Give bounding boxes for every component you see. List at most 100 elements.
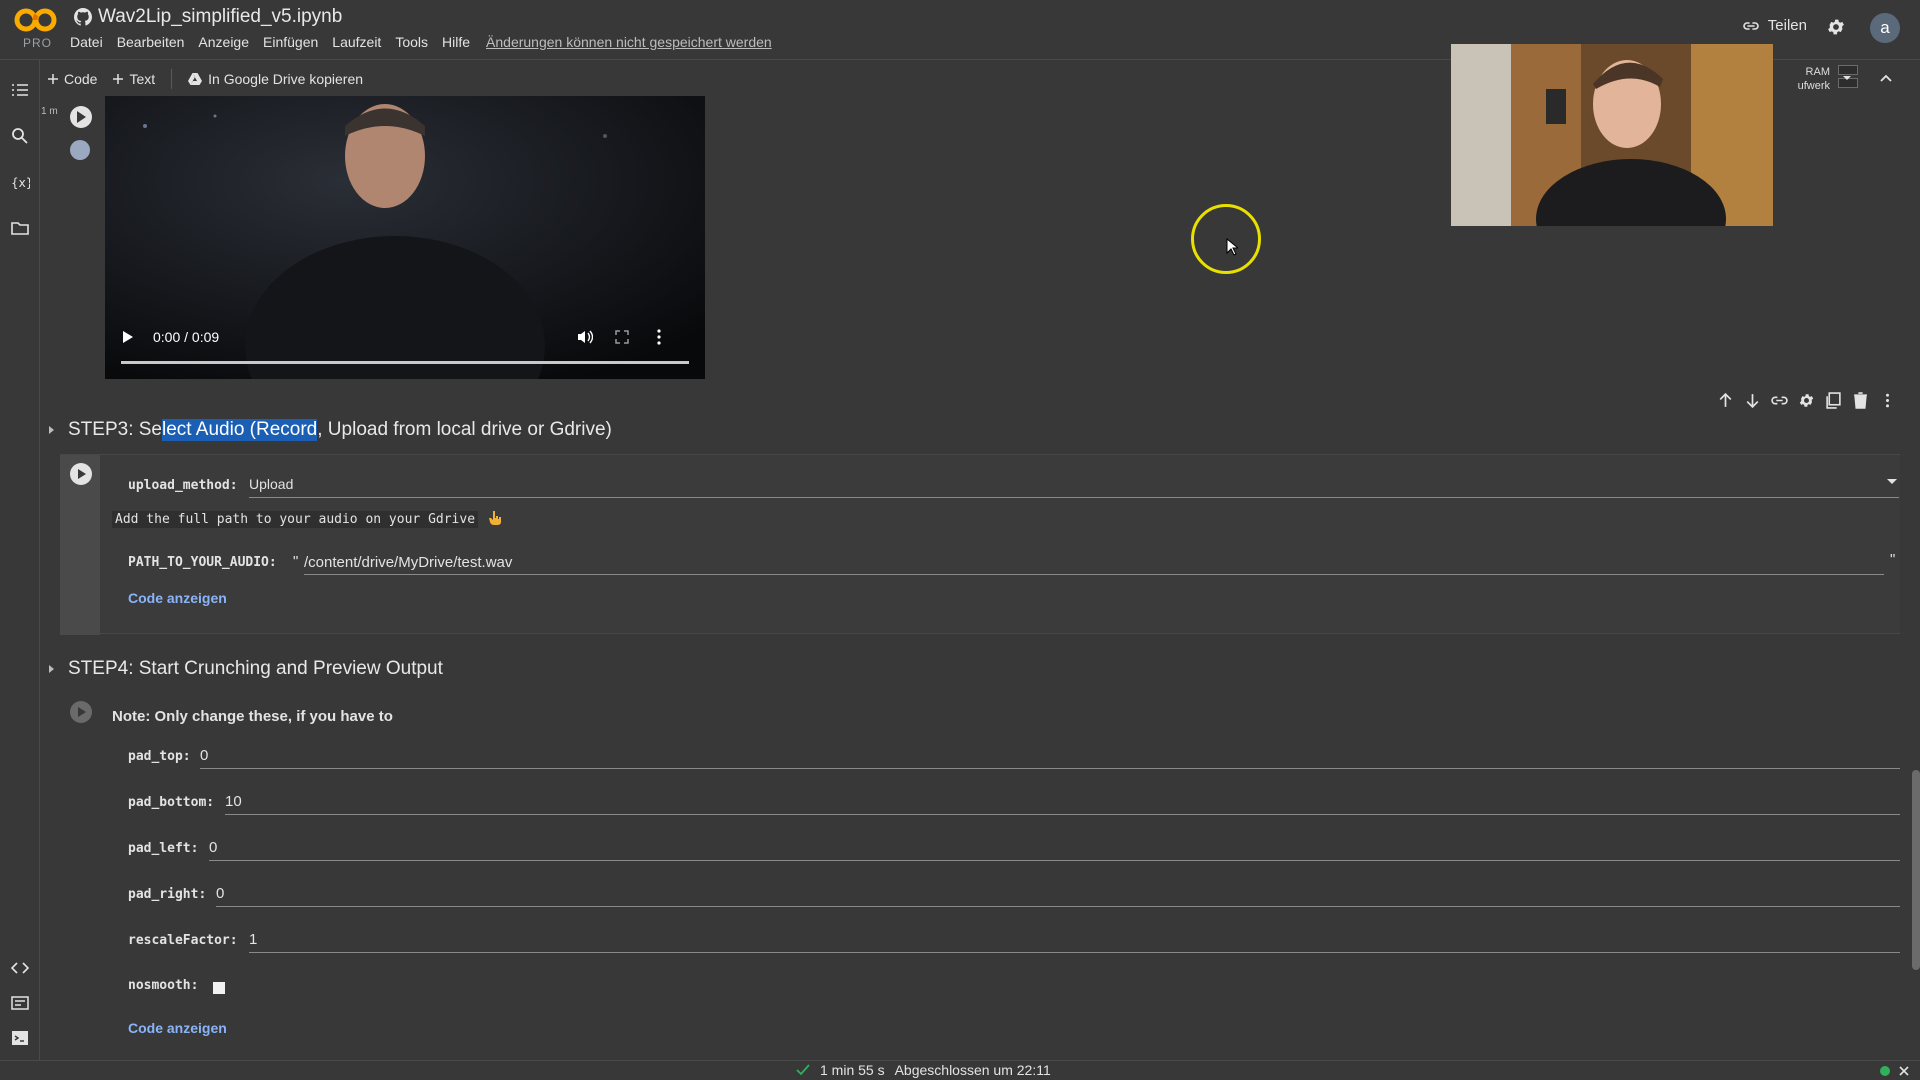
status-bar: 1 min 55 s Abgeschlossen um 22:11 (0, 1060, 1920, 1080)
chevron-right-icon[interactable] (46, 664, 56, 674)
play-icon[interactable] (123, 331, 133, 343)
chevron-up-icon[interactable] (1878, 70, 1894, 86)
audio-path-quote-close: " (1890, 551, 1896, 568)
fullscreen-icon[interactable] (615, 330, 629, 344)
caret-down-icon[interactable] (1841, 72, 1853, 84)
show-code-link-step4[interactable]: Code anzeigen (128, 1020, 227, 1036)
command-palette-icon[interactable] (10, 993, 30, 1013)
pad-right-label: pad_right: (128, 887, 207, 902)
variables-icon[interactable]: {x} (10, 172, 30, 192)
more-vert-icon[interactable] (657, 329, 661, 345)
video-controls: 0:00 / 0:09 (105, 319, 705, 379)
notebook-title[interactable]: Wav2Lip_simplified_v5.ipynb (98, 6, 342, 28)
rescale-factor-label: rescaleFactor: (128, 933, 238, 948)
menu-item-bearbeiten[interactable]: Bearbeiten (117, 34, 185, 50)
left-sidebar: {x} (0, 60, 40, 1060)
menu-item-einfuegen[interactable]: Einfügen (263, 34, 318, 50)
chevron-right-icon[interactable] (46, 425, 56, 435)
step3-heading[interactable]: STEP3: Se lect Audio (Record, Upload from… (40, 419, 612, 441)
mouse-cursor-icon (1226, 238, 1238, 256)
gear-icon[interactable] (1826, 17, 1846, 37)
pad-left-underline (209, 860, 1900, 861)
step3-heading-selected-text: lect Audio (Record (162, 419, 318, 441)
add-text-label: Text (129, 71, 156, 87)
execution-time-label: 1 m (41, 106, 58, 117)
pad-top-label: pad_top: (128, 749, 191, 764)
arrow-down-icon[interactable] (1744, 392, 1761, 409)
run-cell-button[interactable] (70, 106, 92, 128)
copy-to-drive-label: In Google Drive kopieren (208, 71, 364, 87)
upload-method-select[interactable]: Upload (249, 476, 293, 492)
completed-time: Abgeschlossen um 22:11 (894, 1062, 1051, 1078)
copy-to-drive-button[interactable]: In Google Drive kopieren (180, 65, 371, 93)
webcam-feed-image (1451, 44, 1773, 226)
add-code-button[interactable]: Code (40, 65, 105, 93)
menu-item-tools[interactable]: Tools (395, 34, 428, 50)
caret-down-icon[interactable] (1886, 475, 1898, 487)
link-icon[interactable] (1771, 392, 1788, 409)
vertical-scrollbar[interactable] (1912, 770, 1920, 970)
step4-note: Note: Only change these, if you have to (112, 708, 393, 725)
menu-item-anzeige[interactable]: Anzeige (198, 34, 249, 50)
pad-bottom-input[interactable]: 10 (225, 793, 242, 810)
show-code-link-step3[interactable]: Code anzeigen (128, 590, 227, 606)
github-icon (74, 8, 92, 26)
pad-top-input[interactable]: 0 (200, 747, 208, 764)
add-code-label: Code (64, 71, 98, 87)
menu-item-hilfe[interactable]: Hilfe (442, 34, 470, 50)
status-content: 1 min 55 s Abgeschlossen um 22:11 (796, 1062, 1051, 1078)
cell-toolbar (1717, 392, 1896, 409)
pad-bottom-underline (225, 814, 1900, 815)
play-icon (78, 469, 86, 479)
step3-form-cell (60, 454, 1900, 635)
table-of-contents-icon[interactable] (10, 80, 30, 100)
audio-path-label: PATH_TO_YOUR_AUDIO: (128, 555, 277, 570)
play-icon (78, 707, 86, 717)
nosmooth-checkbox[interactable] (213, 982, 225, 994)
svg-text:{x}: {x} (11, 176, 30, 190)
step3-heading-text-end: , Upload from local drive or Gdrive) (317, 419, 612, 440)
connection-status-dot[interactable] (1880, 1066, 1890, 1076)
unsaved-notice-link[interactable]: Änderungen können nicht gespeichert werd… (486, 34, 772, 50)
pad-top-underline (200, 768, 1900, 769)
menu-item-datei[interactable]: Datei (70, 34, 103, 50)
step3-heading-text-start: STEP3: Se (68, 419, 162, 440)
upload-method-underline (249, 497, 1899, 498)
audio-path-input[interactable]: /content/drive/MyDrive/test.wav (304, 554, 512, 571)
colab-logo[interactable]: PRO (14, 6, 58, 50)
volume-icon[interactable] (577, 329, 593, 345)
folder-icon[interactable] (10, 218, 30, 238)
terminal-icon[interactable] (10, 1028, 30, 1048)
copy-icon[interactable] (1825, 392, 1842, 409)
plus-icon (113, 74, 124, 84)
pad-left-input[interactable]: 0 (209, 839, 217, 856)
play-icon (77, 111, 86, 123)
rescale-factor-input[interactable]: 1 (249, 931, 257, 948)
pad-left-label: pad_left: (128, 841, 199, 856)
trash-icon[interactable] (1852, 392, 1869, 409)
video-progress-track[interactable] (121, 361, 689, 364)
code-snippets-icon[interactable] (10, 958, 30, 978)
search-icon[interactable] (10, 126, 30, 146)
pad-right-input[interactable]: 0 (216, 885, 224, 902)
pad-bottom-label: pad_bottom: (128, 795, 215, 810)
step4-heading[interactable]: STEP4: Start Crunching and Preview Outpu… (40, 658, 443, 680)
add-text-button[interactable]: Text (105, 65, 163, 93)
close-icon[interactable] (1898, 1065, 1910, 1077)
run-step4-button[interactable] (70, 701, 92, 723)
plus-icon (48, 74, 58, 84)
output-owner-avatar (70, 140, 90, 160)
link-icon (1743, 21, 1759, 30)
gear-icon[interactable] (1798, 392, 1815, 409)
colab-logo-icon (14, 8, 57, 32)
pro-label: PRO (23, 36, 53, 50)
menu-item-laufzeit[interactable]: Laufzeit (332, 34, 381, 50)
video-player[interactable]: 0:00 / 0:09 (105, 96, 705, 379)
nosmooth-label: nosmooth: (128, 978, 199, 993)
check-icon (796, 1064, 810, 1076)
run-step3-button[interactable] (70, 463, 92, 485)
arrow-up-icon[interactable] (1717, 392, 1734, 409)
more-vert-icon[interactable] (1879, 392, 1896, 409)
share-button[interactable]: Teilen (1742, 17, 1807, 34)
account-avatar[interactable]: a (1870, 13, 1900, 43)
